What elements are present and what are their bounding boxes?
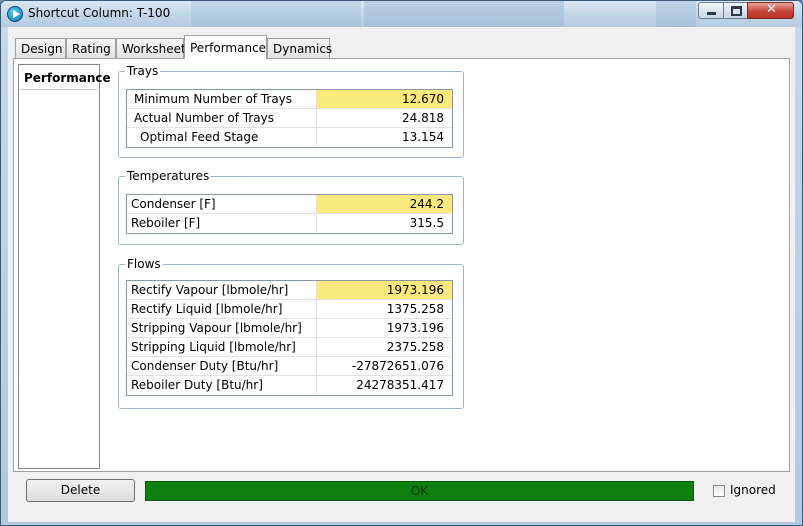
- table-row: Reboiler Duty [Btu/hr] 24278351.417: [127, 376, 452, 395]
- table-row: Actual Number of Trays 24.818: [127, 109, 452, 128]
- rectify-liquid-value[interactable]: 1375.258: [317, 300, 452, 318]
- sidebar-item-performance[interactable]: Performance: [20, 66, 111, 90]
- table-row: Optimal Feed Stage 13.154: [127, 128, 452, 147]
- table-row: Rectify Vapour [lbmole/hr] 1973.196: [127, 281, 452, 300]
- tab-design[interactable]: Design: [15, 38, 66, 58]
- temperatures-group: Temperatures Condenser [F] 244.2 Reboile…: [118, 169, 464, 245]
- temperatures-table: Condenser [F] 244.2 Reboiler [F] 315.5: [126, 194, 453, 234]
- table-row: Stripping Liquid [lbmole/hr] 2375.258: [127, 338, 452, 357]
- row-label: Stripping Liquid [lbmole/hr]: [127, 338, 317, 356]
- window-title: Shortcut Column: T-100: [28, 6, 171, 20]
- flows-group: Flows Rectify Vapour [lbmole/hr] 1973.19…: [118, 257, 464, 409]
- row-label: Reboiler [F]: [127, 214, 317, 232]
- optimal-feed-stage-value[interactable]: 13.154: [317, 128, 452, 146]
- background-window-ghost: [656, 1, 696, 27]
- title-bar[interactable]: Shortcut Column: T-100 ✕: [1, 1, 802, 27]
- minimum-trays-value[interactable]: 12.670: [317, 90, 452, 108]
- trays-group: Trays Minimum Number of Trays 12.670 Act…: [118, 64, 464, 158]
- background-window-ghost: [191, 1, 361, 27]
- rectify-vapour-value[interactable]: 1973.196: [317, 281, 452, 299]
- condenser-temperature-value[interactable]: 244.2: [317, 195, 452, 213]
- row-label: Rectify Liquid [lbmole/hr]: [127, 300, 317, 318]
- tab-worksheet[interactable]: Worksheet: [116, 38, 186, 58]
- row-label: Minimum Number of Trays: [127, 90, 317, 108]
- stripping-vapour-value[interactable]: 1973.196: [317, 319, 452, 337]
- trays-group-label: Trays: [125, 64, 161, 78]
- table-row: Rectify Liquid [lbmole/hr] 1375.258: [127, 300, 452, 319]
- row-label: Reboiler Duty [Btu/hr]: [127, 376, 317, 394]
- close-icon: ✕: [766, 2, 777, 17]
- tab-rating[interactable]: Rating: [66, 38, 116, 58]
- row-label: Condenser Duty [Btu/hr]: [127, 357, 317, 375]
- tab-dynamics[interactable]: Dynamics: [267, 38, 332, 58]
- table-row: Reboiler [F] 315.5: [127, 214, 452, 233]
- temperatures-group-label: Temperatures: [125, 169, 212, 183]
- reboiler-temperature-value[interactable]: 315.5: [317, 214, 452, 232]
- reboiler-duty-value[interactable]: 24278351.417: [317, 376, 452, 394]
- minimize-icon: [707, 12, 716, 15]
- performance-page-list: Performance: [18, 64, 111, 469]
- table-row: Condenser [F] 244.2: [127, 195, 452, 214]
- shortcut-column-window: Shortcut Column: T-100 ✕ Design Rating W…: [0, 0, 803, 526]
- window-client-area: Design Rating Worksheet Performance Dyna…: [8, 27, 795, 522]
- row-label: Condenser [F]: [127, 195, 317, 213]
- flows-group-label: Flows: [125, 257, 163, 271]
- actual-trays-value[interactable]: 24.818: [317, 109, 452, 127]
- trays-table: Minimum Number of Trays 12.670 Actual Nu…: [126, 89, 453, 148]
- row-label: Optimal Feed Stage: [127, 128, 317, 146]
- table-row: Minimum Number of Trays 12.670: [127, 90, 452, 109]
- table-row: Condenser Duty [Btu/hr] -27872651.076: [127, 357, 452, 376]
- minimize-button[interactable]: [698, 2, 724, 19]
- ignored-label[interactable]: Ignored: [730, 483, 776, 497]
- ignored-checkbox[interactable]: [713, 485, 725, 497]
- flows-table: Rectify Vapour [lbmole/hr] 1973.196 Rect…: [126, 280, 453, 396]
- row-label: Actual Number of Trays: [127, 109, 317, 127]
- performance-tab-panel: Performance Trays Minimum Number of Tray…: [13, 58, 790, 472]
- row-label: Rectify Vapour [lbmole/hr]: [127, 281, 317, 299]
- maximize-icon: [731, 6, 742, 16]
- close-button[interactable]: ✕: [747, 2, 794, 19]
- row-label: Stripping Vapour [lbmole/hr]: [127, 319, 317, 337]
- maximize-button[interactable]: [723, 2, 748, 19]
- stripping-liquid-value[interactable]: 2375.258: [317, 338, 452, 356]
- condenser-duty-value[interactable]: -27872651.076: [317, 357, 452, 375]
- background-window-ghost: [364, 1, 564, 27]
- status-ok-bar: OK: [145, 481, 694, 501]
- table-row: Stripping Vapour [lbmole/hr] 1973.196: [127, 319, 452, 338]
- app-icon[interactable]: [7, 6, 23, 22]
- delete-button[interactable]: Delete: [26, 479, 135, 502]
- tab-performance[interactable]: Performance: [184, 35, 267, 59]
